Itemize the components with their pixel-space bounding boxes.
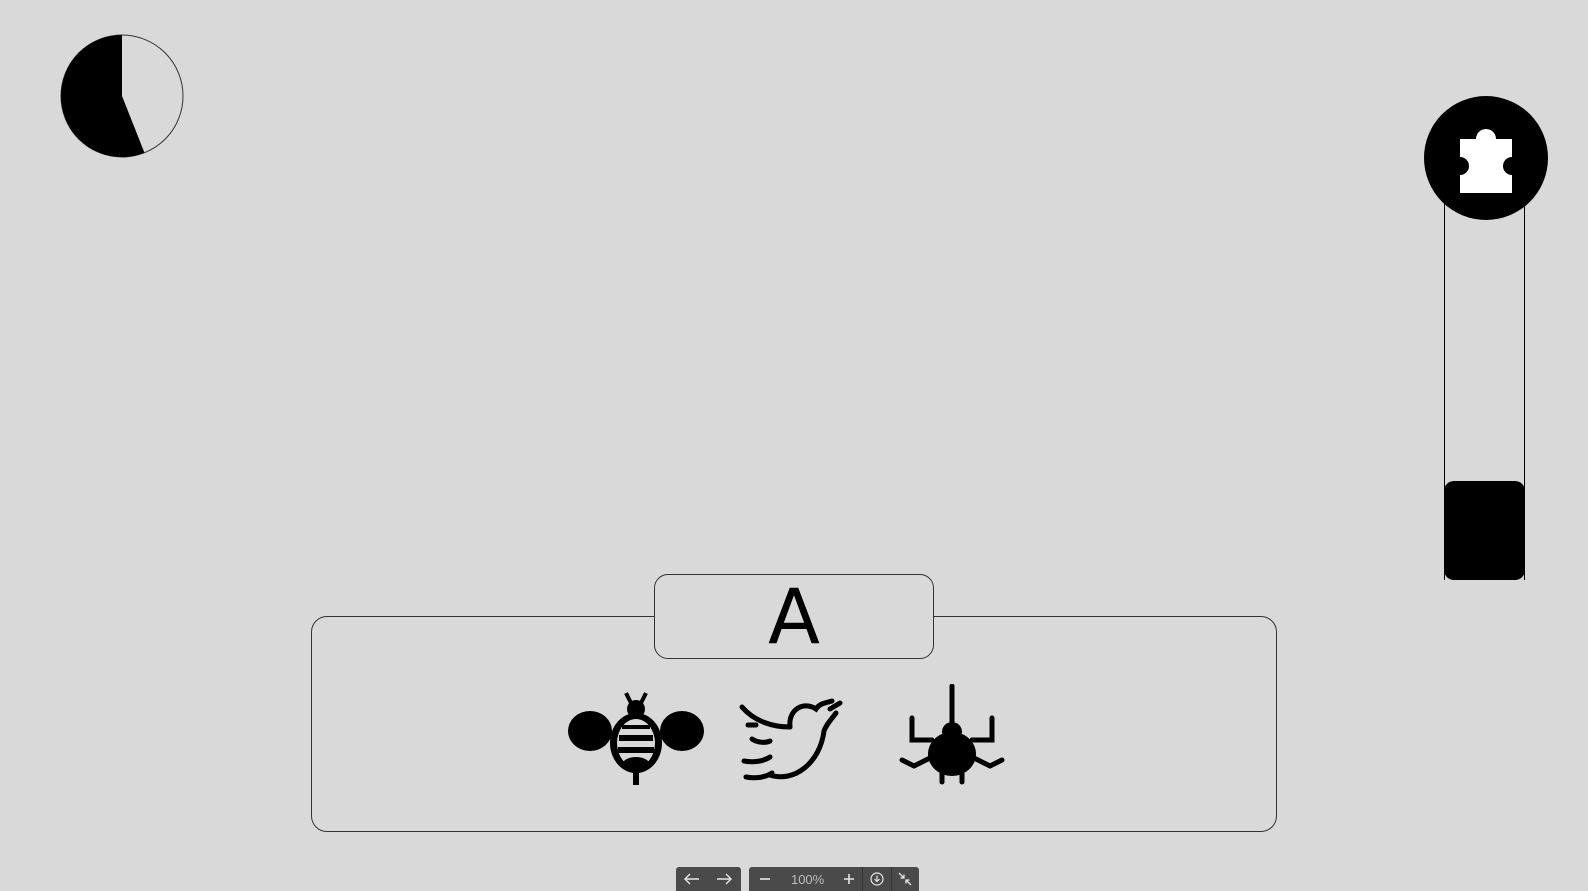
choice-bird[interactable] [724, 684, 864, 794]
timer-pie [60, 34, 184, 158]
choice-row [566, 684, 1022, 794]
minus-icon [759, 878, 770, 880]
zoom-level: 100% [790, 871, 825, 887]
puzzle-badge [1424, 96, 1548, 220]
back-button[interactable] [676, 867, 708, 891]
history-toolbar [676, 867, 741, 891]
choice-spider[interactable] [882, 684, 1022, 794]
bird-icon [739, 698, 843, 781]
plus-icon [843, 874, 854, 884]
collapse-button[interactable] [890, 867, 919, 891]
download-icon [870, 872, 884, 886]
download-button[interactable] [862, 867, 890, 891]
collapse-icon [898, 872, 912, 886]
letter-tab: A [654, 574, 934, 659]
zoom-out-button[interactable] [749, 867, 780, 891]
vertical-progress-bar [1444, 200, 1525, 580]
arrow-left-icon [684, 873, 699, 885]
forward-button[interactable] [708, 867, 740, 891]
bee-icon [568, 692, 704, 785]
zoom-in-button[interactable] [835, 867, 862, 891]
choice-bee[interactable] [566, 684, 706, 794]
target-letter: A [768, 571, 820, 661]
zoom-toolbar: 100% [749, 867, 919, 891]
arrow-right-icon [717, 873, 732, 885]
progress-fill [1444, 481, 1525, 580]
spider-icon [899, 684, 1005, 785]
puzzle-icon [1460, 128, 1512, 193]
